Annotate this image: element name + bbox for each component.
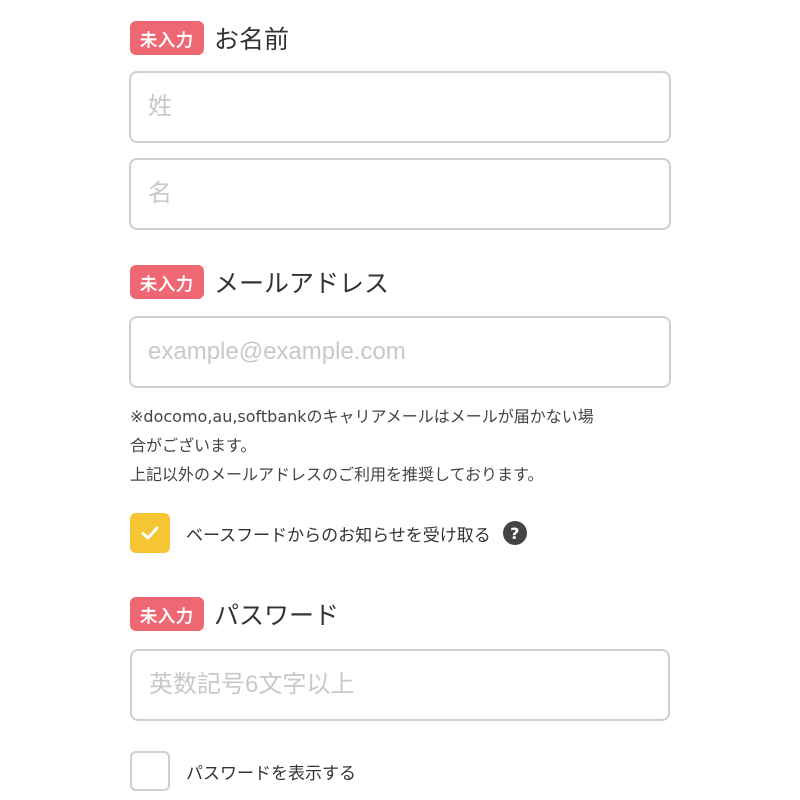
registration-form: 未入力 お名前 未入力 メールアドレス ※docomo,au,softbankの… [0,0,800,800]
check-icon [141,526,159,540]
newsletter-row: ベースフードからのお知らせを受け取る ? [130,513,527,553]
required-badge: 未入力 [130,265,204,299]
show-password-checkbox[interactable] [130,751,170,791]
password-input[interactable] [130,649,670,721]
first-name-input[interactable] [129,158,671,230]
email-carrier-note: ※docomo,au,softbankのキャリアメールはメールが届かない場 合が… [130,402,690,489]
password-label: パスワード [214,601,340,630]
newsletter-checkbox[interactable] [130,513,170,553]
required-badge: 未入力 [130,597,204,631]
note-line: 合がございます。 [130,436,257,455]
show-password-label: パスワードを表示する [186,763,356,784]
newsletter-label: ベースフードからのお知らせを受け取る [186,525,491,546]
last-name-input[interactable] [129,71,671,143]
required-badge: 未入力 [130,21,204,55]
password-label-row: 未入力 パスワード [130,596,339,632]
note-line: ※docomo,au,softbankのキャリアメールはメールが届かない場 [130,407,594,426]
show-password-row: パスワードを表示する [130,751,356,791]
email-label: メールアドレス [214,269,390,298]
question-circle-icon[interactable]: ? [502,521,527,545]
note-line: 上記以外のメールアドレスのご利用を推奨しております。 [130,465,544,484]
name-label: お名前 [214,25,290,54]
email-input[interactable] [129,316,671,388]
email-label-row: 未入力 メールアドレス [130,264,389,300]
name-label-row: 未入力 お名前 [130,20,289,56]
